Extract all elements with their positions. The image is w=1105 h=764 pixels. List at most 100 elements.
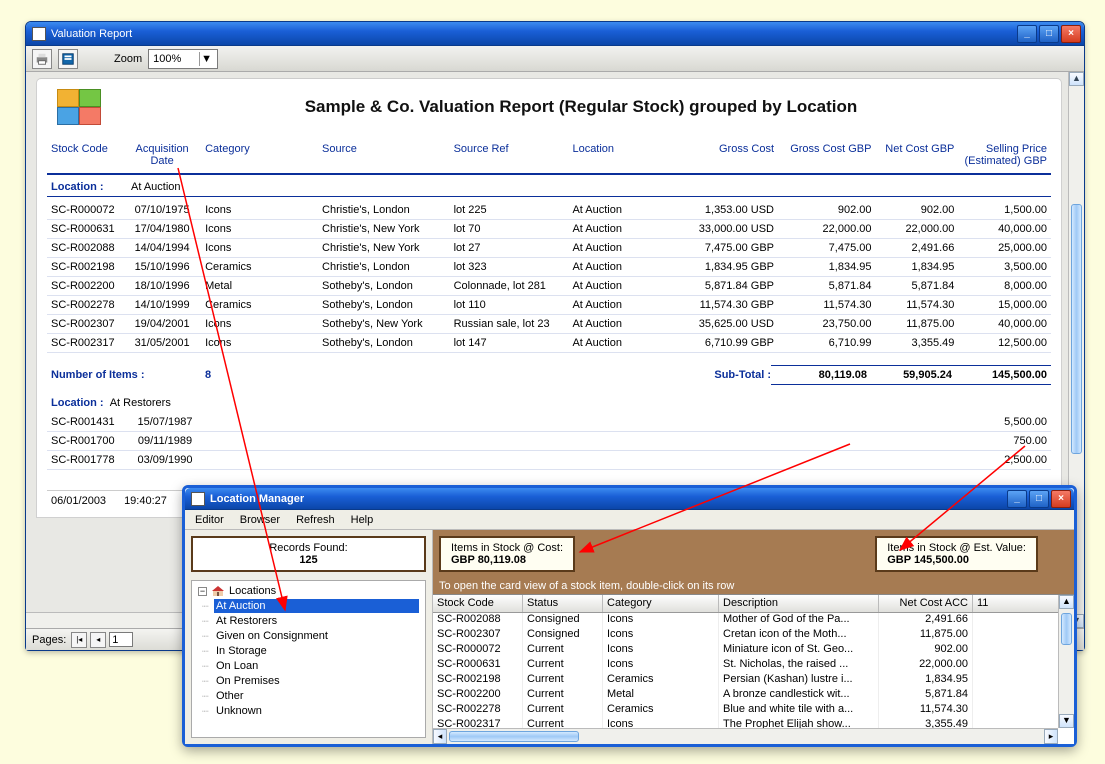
subtotal-sell: 145,500.00: [956, 365, 1051, 385]
cell-net: 1,834.95: [875, 261, 958, 273]
menu-browser[interactable]: Browser: [234, 513, 286, 527]
tree-root-label[interactable]: Locations: [229, 585, 276, 597]
cell-loc: At Auction: [568, 337, 670, 349]
grid-row[interactable]: SC-R002307ConsignedIconsCretan icon of t…: [433, 628, 1058, 643]
subtotal-label: Sub-Total :: [681, 369, 771, 381]
grid-cell-code: SC-R002317: [433, 718, 523, 728]
menu-help[interactable]: Help: [345, 513, 380, 527]
cell-date: 07/10/1975: [123, 204, 201, 216]
grid-scroll-down-icon[interactable]: ▼: [1059, 714, 1074, 728]
locmgr-minimize-button[interactable]: _: [1007, 490, 1027, 508]
grid-row[interactable]: SC-R002200CurrentMetalA bronze candlesti…: [433, 688, 1058, 703]
cell-src: Christie's, London: [318, 261, 450, 273]
grid-scroll-right-icon[interactable]: ▸: [1044, 729, 1058, 744]
grid-cell-cat: Icons: [603, 643, 719, 658]
pager-prev-button[interactable]: ◂: [90, 632, 106, 648]
tree-item[interactable]: On Loan: [214, 659, 419, 673]
cell-loc: At Auction: [568, 223, 670, 235]
house-icon: [211, 585, 225, 597]
grid-horizontal-scrollbar[interactable]: ◂ ▸: [433, 728, 1058, 744]
maximize-button[interactable]: □: [1039, 25, 1059, 43]
close-button[interactable]: ×: [1061, 25, 1081, 43]
tree-item[interactable]: Other: [214, 689, 419, 703]
cell-code: SC-R002088: [47, 242, 123, 254]
grid-row[interactable]: SC-R002278CurrentCeramicsBlue and white …: [433, 703, 1058, 718]
scroll-thumb[interactable]: [1071, 204, 1082, 454]
grid-row[interactable]: SC-R000072CurrentIconsMiniature icon of …: [433, 643, 1058, 658]
grid-scroll-up-icon[interactable]: ▲: [1059, 595, 1074, 609]
grid-row[interactable]: SC-R002088ConsignedIconsMother of God of…: [433, 613, 1058, 628]
pager-input[interactable]: [109, 632, 133, 647]
tree-item[interactable]: At Auction: [214, 599, 419, 613]
locmgr-hint: To open the card view of a stock item, d…: [433, 578, 1074, 594]
cell-date: 14/10/1999: [123, 299, 201, 311]
cell-cat: Icons: [201, 242, 318, 254]
cell-gbp: 23,750.00: [778, 318, 875, 330]
tree-item[interactable]: At Restorers: [214, 614, 419, 628]
tree-item[interactable]: On Premises: [214, 674, 419, 688]
cell-gross: 6,710.99 GBP: [671, 337, 778, 349]
gridcol-status[interactable]: Status: [523, 595, 603, 612]
locmgr-maximize-button[interactable]: □: [1029, 490, 1049, 508]
grid-row[interactable]: SC-R000631CurrentIconsSt. Nicholas, the …: [433, 658, 1058, 673]
grid-cell-cat: Metal: [603, 688, 719, 703]
location-value-1: At Auction: [125, 181, 181, 193]
gridcol-netcost[interactable]: Net Cost ACC: [879, 595, 973, 612]
cell-sell: 750.00: [956, 435, 1051, 447]
tree-item[interactable]: In Storage: [214, 644, 419, 658]
cell-cat: Icons: [201, 318, 318, 330]
cell-gbp: 6,710.99: [778, 337, 875, 349]
cell-date: 17/04/1980: [123, 223, 201, 235]
grid-scroll-left-icon[interactable]: ◂: [433, 729, 447, 744]
grid-row[interactable]: SC-R002317CurrentIconsThe Prophet Elijah…: [433, 718, 1058, 728]
cell-gbp: 7,475.00: [778, 242, 875, 254]
cell-sell: 1,500.00: [958, 204, 1051, 216]
locations-tree[interactable]: − Locations At AuctionAt RestorersGiven …: [191, 580, 426, 738]
cell-sell: 15,000.00: [958, 299, 1051, 311]
pager-first-button[interactable]: |◂: [71, 632, 87, 648]
report-titlebar[interactable]: Valuation Report _ □ ×: [26, 22, 1084, 46]
grid-cell-status: Current: [523, 718, 603, 728]
zoom-select[interactable]: 100% ▼: [148, 49, 218, 69]
cell-sell: 8,000.00: [958, 280, 1051, 292]
gridcol-category[interactable]: Category: [603, 595, 719, 612]
data-row: SC-R00007207/10/1975IconsChristie's, Lon…: [47, 201, 1051, 220]
minimize-button[interactable]: _: [1017, 25, 1037, 43]
grid-cell-status: Consigned: [523, 613, 603, 628]
tree-collapse-icon[interactable]: −: [198, 587, 207, 596]
puzzle-icon: [57, 89, 101, 125]
data-row: SC-R00143115/07/19875,500.00: [47, 413, 1051, 432]
scroll-up-icon[interactable]: ▲: [1069, 72, 1084, 86]
tree-item[interactable]: Unknown: [214, 704, 419, 718]
cell-code: SC-R002278: [47, 299, 123, 311]
grid-scroll-thumb-v[interactable]: [1061, 613, 1072, 645]
gridcol-stockcode[interactable]: Stock Code: [433, 595, 523, 612]
locmgr-close-button[interactable]: ×: [1051, 490, 1071, 508]
grid-vertical-scrollbar[interactable]: ▲ ▼: [1058, 595, 1074, 728]
cell-sell: 12,500.00: [958, 337, 1051, 349]
records-found-value: 125: [201, 554, 416, 566]
grid-row[interactable]: SC-R002198CurrentCeramicsPersian (Kashan…: [433, 673, 1058, 688]
gridcol-description[interactable]: Description: [719, 595, 879, 612]
print-button[interactable]: [32, 49, 52, 69]
cell-gbp: 22,000.00: [778, 223, 875, 235]
cell-date: 15/10/1996: [123, 261, 201, 273]
cell-gross: 5,871.84 GBP: [671, 280, 778, 292]
export-button[interactable]: [58, 49, 78, 69]
tree-item[interactable]: Given on Consignment: [214, 629, 419, 643]
menu-editor[interactable]: Editor: [189, 513, 230, 527]
cell-gbp: 1,834.95: [778, 261, 875, 273]
data-row: SC-R00208814/04/1994IconsChristie's, New…: [47, 239, 1051, 258]
locmgr-titlebar[interactable]: Location Manager _ □ ×: [185, 488, 1074, 510]
grid-cell-net: 1,834.95: [879, 673, 973, 688]
grid-scroll-thumb-h[interactable]: [449, 731, 579, 742]
col-gross-gbp: Gross Cost GBP: [778, 143, 875, 167]
cell-sell: 40,000.00: [958, 318, 1051, 330]
grid-cell-net: 3,355.49: [879, 718, 973, 728]
grid-cell-code: SC-R000072: [433, 643, 523, 658]
menu-refresh[interactable]: Refresh: [290, 513, 341, 527]
cell-code: SC-R002317: [47, 337, 123, 349]
items-count-label: Number of Items :: [47, 369, 205, 381]
cell-cat: Icons: [201, 204, 318, 216]
stock-at-cost-value: GBP 80,119.08: [451, 554, 563, 566]
